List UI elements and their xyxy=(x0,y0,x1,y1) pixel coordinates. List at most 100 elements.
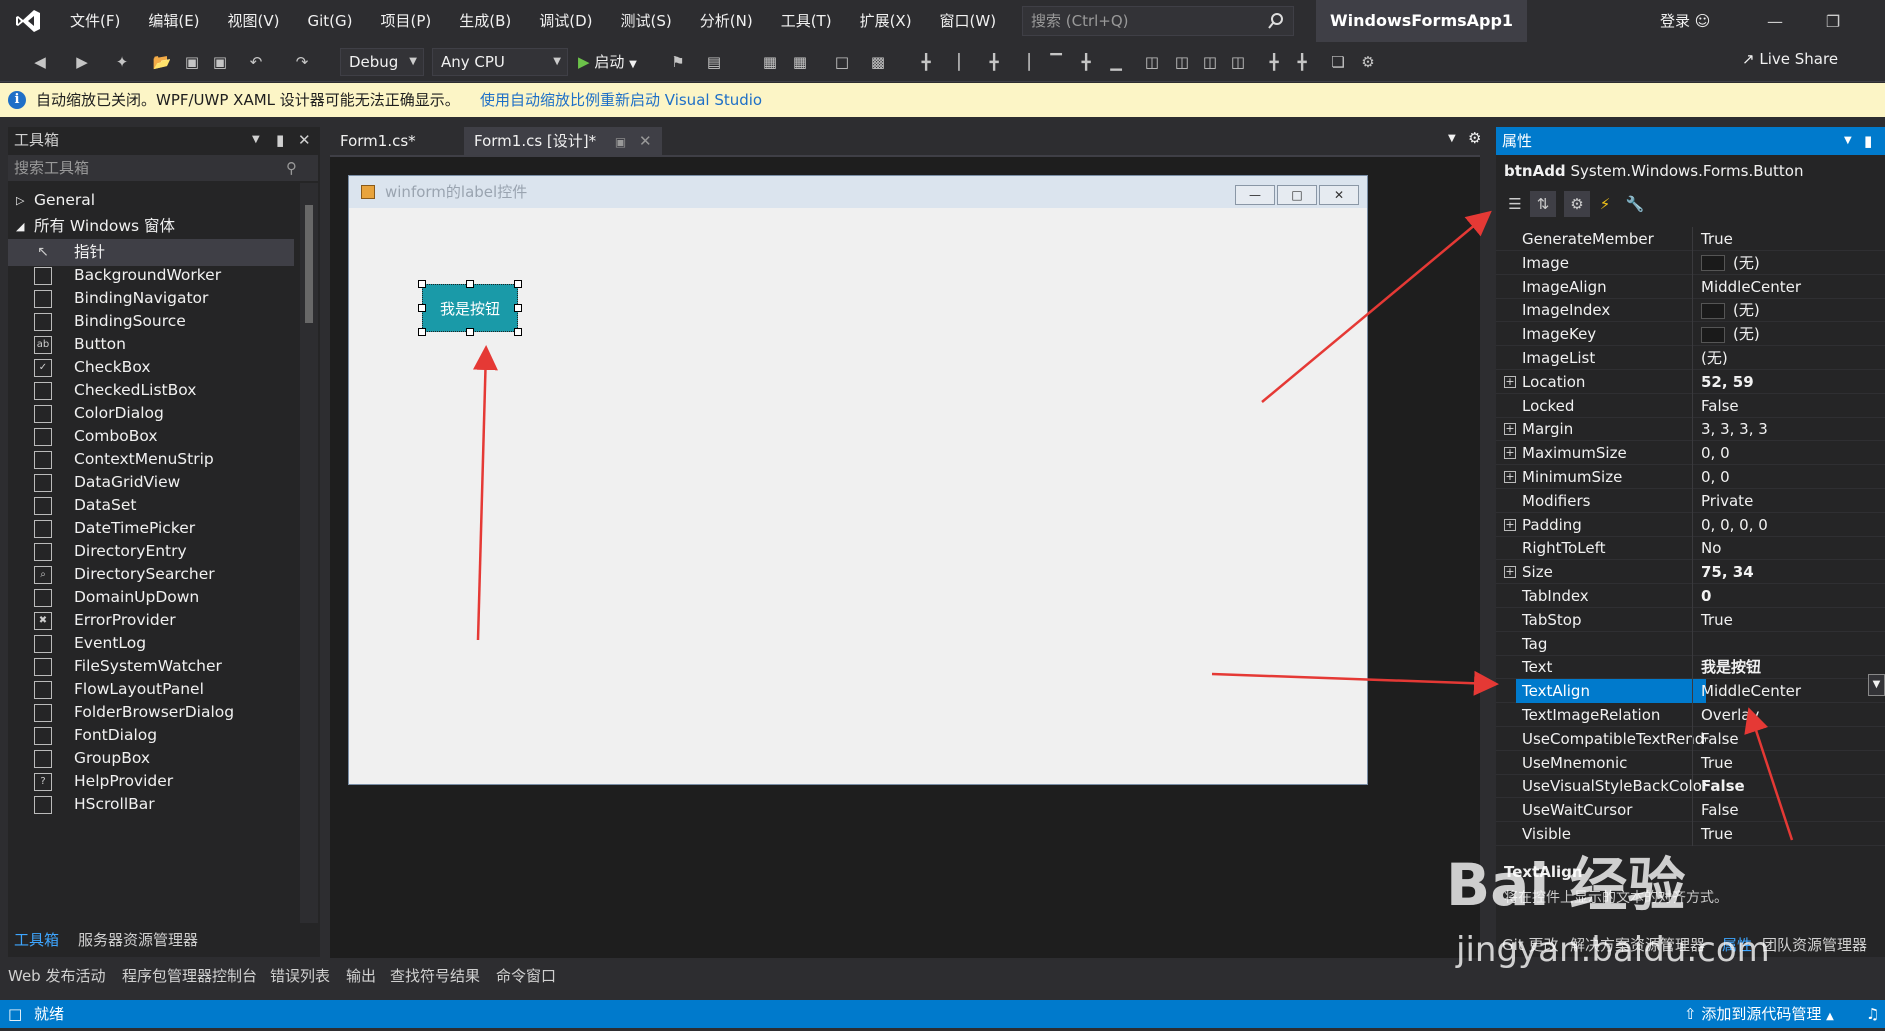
property-value[interactable]: 我是按钮 xyxy=(1692,655,1882,680)
align-icon[interactable]: ▦ xyxy=(758,50,782,74)
expand-icon[interactable]: + xyxy=(1504,566,1516,579)
menu-item[interactable]: 视图(V) xyxy=(214,0,294,42)
pin-icon[interactable]: ▣ xyxy=(615,135,626,149)
property-row[interactable]: UseVisualStyleBackColor False xyxy=(1496,774,1885,799)
property-row[interactable]: + Location 52, 59 xyxy=(1496,369,1885,394)
tab-output[interactable]: 输出 xyxy=(346,960,376,992)
align-bottom-icon[interactable]: ▁ xyxy=(1104,50,1128,74)
property-row[interactable]: + Size 75, 34 xyxy=(1496,560,1885,585)
property-value[interactable]: MiddleCenter xyxy=(1692,274,1882,299)
align-middle-icon[interactable]: ╋ xyxy=(1074,50,1098,74)
chevron-down-icon[interactable]: ▼ xyxy=(1448,133,1456,144)
spacing-icon[interactable]: ╋ xyxy=(1290,50,1314,74)
property-row[interactable]: + MaximumSize 0, 0 xyxy=(1496,441,1885,466)
property-row[interactable]: Modifiers Private xyxy=(1496,488,1885,513)
property-row[interactable]: ImageIndex (无) xyxy=(1496,298,1885,323)
resize-handle[interactable] xyxy=(418,304,426,312)
property-value[interactable]: MiddleCenter xyxy=(1692,679,1882,704)
bring-front-icon[interactable]: □ xyxy=(830,50,854,74)
align-icon[interactable]: ▦ xyxy=(788,50,812,74)
property-value[interactable]: 3, 3, 3, 3 xyxy=(1692,417,1882,442)
source-control-button[interactable]: ⇧ 添加到源代码管理 ▲ xyxy=(1684,1000,1834,1031)
property-value[interactable]: False xyxy=(1692,774,1882,799)
property-value[interactable]: Overlay xyxy=(1692,703,1882,727)
property-row[interactable]: TextImageRelation Overlay xyxy=(1496,703,1885,727)
align-center-icon[interactable]: ╋ xyxy=(982,50,1006,74)
search-input[interactable]: 搜索 (Ctrl+Q) xyxy=(1022,6,1294,36)
property-value[interactable]: 0, 0, 0, 0 xyxy=(1692,512,1882,537)
resize-handle[interactable] xyxy=(418,328,426,336)
resize-handle[interactable] xyxy=(466,280,474,288)
property-value[interactable]: (无) xyxy=(1692,250,1882,275)
menu-item[interactable]: 项目(P) xyxy=(367,0,446,42)
property-value[interactable]: 52, 59 xyxy=(1692,369,1882,394)
scrollbar-thumb[interactable] xyxy=(305,205,313,323)
close-icon[interactable]: ✕ xyxy=(298,127,311,153)
menu-item[interactable]: 生成(B) xyxy=(445,0,525,42)
menu-item[interactable]: 扩展(X) xyxy=(846,0,926,42)
login-button[interactable]: 登录 ☺ xyxy=(1660,0,1710,42)
resize-handle[interactable] xyxy=(514,304,522,312)
resize-handle[interactable] xyxy=(514,328,522,336)
property-row[interactable]: TabIndex 0 xyxy=(1496,584,1885,608)
property-row[interactable]: RightToLeft No xyxy=(1496,536,1885,561)
property-row[interactable]: UseWaitCursor False xyxy=(1496,798,1885,823)
menu-item[interactable]: Git(G) xyxy=(294,0,367,42)
align-left-icon[interactable]: ▏ xyxy=(952,50,976,74)
spacing-icon[interactable]: ╋ xyxy=(1262,50,1286,74)
undo-icon[interactable]: ↶ xyxy=(244,50,268,74)
pin-icon[interactable]: ▮ xyxy=(276,127,284,153)
property-row[interactable]: + MinimumSize 0, 0 xyxy=(1496,465,1885,489)
events-icon[interactable]: ⚡ xyxy=(1592,191,1618,217)
spacing-icon[interactable]: ◫ xyxy=(1226,50,1250,74)
forward-icon[interactable]: ▶ xyxy=(70,50,94,74)
expand-icon[interactable]: + xyxy=(1504,518,1516,531)
selected-object[interactable]: btnAdd System.Windows.Forms.Button xyxy=(1504,157,1804,185)
property-value[interactable]: True xyxy=(1692,750,1882,775)
grid-icon[interactable]: ▩ xyxy=(866,50,890,74)
search-icon[interactable]: ⚲ xyxy=(286,155,297,181)
property-value[interactable] xyxy=(1692,631,1882,656)
pin-icon[interactable]: ▮ xyxy=(1864,127,1872,155)
property-value[interactable]: False xyxy=(1692,798,1882,823)
configuration-select[interactable]: Debug ▼ xyxy=(340,48,424,76)
tab-package-manager-console[interactable]: 程序包管理器控制台 xyxy=(122,960,257,992)
search-icon[interactable] xyxy=(1267,11,1285,39)
form-window[interactable]: winform的label控件 — □ ✕ xyxy=(348,175,1368,785)
browser-icon[interactable]: ▤ xyxy=(702,50,726,74)
chevron-down-icon[interactable]: ▼ xyxy=(1844,127,1852,155)
property-value[interactable]: False xyxy=(1692,393,1882,418)
restart-link[interactable]: 使用自动缩放比例重新启动 Visual Studio xyxy=(480,83,762,117)
live-share-button[interactable]: ↗ Live Share xyxy=(1742,50,1838,68)
tab-command-window[interactable]: 命令窗口 xyxy=(496,960,556,992)
property-value[interactable]: No xyxy=(1692,536,1882,561)
property-value[interactable]: (无) xyxy=(1692,298,1882,323)
toolbox-scrollbar[interactable] xyxy=(300,183,318,923)
attach-icon[interactable]: ⚑ xyxy=(666,50,690,74)
align-icon[interactable]: ╋ xyxy=(914,50,938,74)
redo-icon[interactable]: ↷ xyxy=(290,50,314,74)
menu-item[interactable]: 编辑(E) xyxy=(134,0,213,42)
save-icon[interactable]: ▣ xyxy=(180,50,204,74)
tab-server-explorer[interactable]: 服务器资源管理器 xyxy=(78,929,198,950)
expand-icon[interactable]: + xyxy=(1504,471,1516,483)
property-row[interactable]: TextAlign MiddleCenter xyxy=(1496,679,1885,704)
menu-item[interactable]: 窗口(W) xyxy=(926,0,1011,42)
property-row[interactable]: UseCompatibleTextRenderingFalse xyxy=(1496,726,1885,751)
property-value[interactable]: 0 xyxy=(1692,584,1882,608)
expand-icon[interactable]: + xyxy=(1504,447,1516,460)
tab-order-icon[interactable]: ⚙ xyxy=(1356,50,1380,74)
expand-icon[interactable]: + xyxy=(1504,423,1516,436)
same-size-icon[interactable]: ◫ xyxy=(1140,50,1164,74)
back-icon[interactable]: ◀ xyxy=(28,50,52,74)
maximize-icon[interactable]: ❐ xyxy=(1810,0,1856,42)
menu-item[interactable]: 工具(T) xyxy=(767,0,846,42)
property-row[interactable]: Locked False xyxy=(1496,393,1885,418)
property-row[interactable]: + Padding 0, 0, 0, 0 xyxy=(1496,512,1885,537)
toolbox-search-input[interactable]: 搜索工具箱 ⚲ xyxy=(8,155,318,181)
chevron-down-icon[interactable]: ▼ xyxy=(252,127,260,153)
tab-error-list[interactable]: 错误列表 xyxy=(270,960,330,992)
tab-form1-designer[interactable]: Form1.cs [设计]* ▣ ✕ xyxy=(464,127,662,155)
property-value[interactable]: (无) xyxy=(1692,346,1882,370)
property-row[interactable]: UseMnemonic True xyxy=(1496,750,1885,775)
